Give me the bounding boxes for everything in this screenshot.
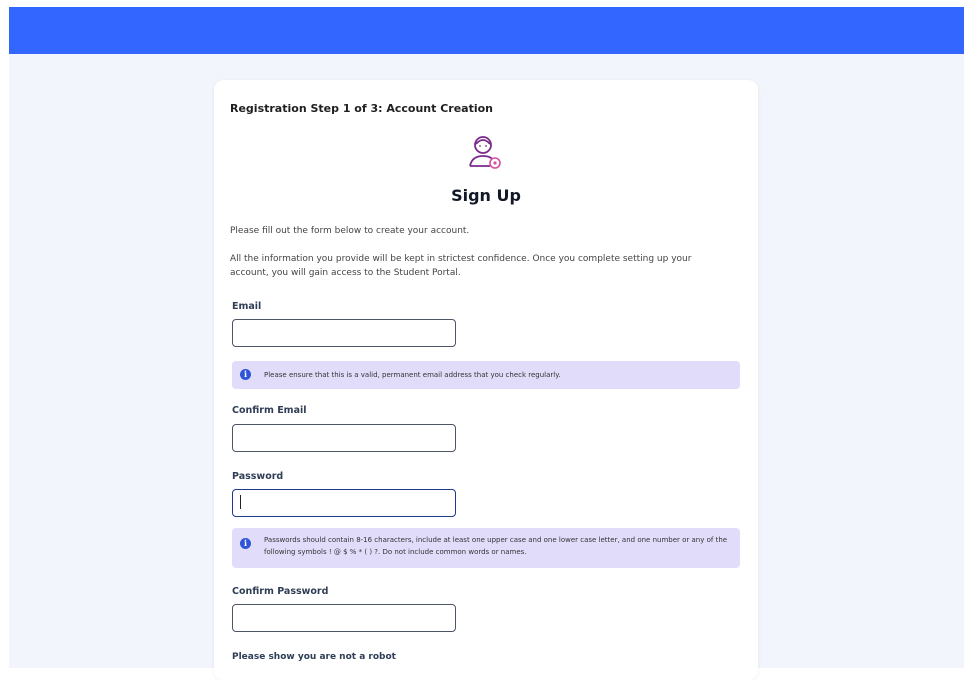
info-icon: i — [240, 369, 251, 380]
text-caret — [240, 495, 241, 509]
password-hint-box: i Passwords should contain 8-16 characte… — [232, 528, 740, 568]
intro-text: Please fill out the form below to create… — [230, 226, 470, 236]
confirm-email-field[interactable] — [232, 424, 456, 452]
privacy-text: All the information you provide will be … — [230, 254, 692, 278]
confirm-email-label: Confirm Email — [232, 405, 307, 416]
email-hint-text: Please ensure that this is a valid, perm… — [264, 371, 561, 379]
confirm-password-field[interactable] — [232, 604, 456, 632]
page-title: Sign Up — [451, 186, 521, 205]
confirm-password-label: Confirm Password — [232, 586, 329, 597]
password-hint-text: Passwords should contain 8-16 characters… — [264, 536, 728, 556]
email-hint-box: i Please ensure that this is a valid, pe… — [232, 361, 740, 389]
password-field[interactable] — [232, 489, 456, 517]
step-title: Registration Step 1 of 3: Account Creati… — [230, 102, 494, 115]
password-label: Password — [232, 471, 284, 482]
email-label: Email — [232, 301, 262, 312]
signup-card: Registration Step 1 of 3: Account Creati… — [214, 80, 758, 680]
user-avatar-icon — [466, 132, 504, 172]
top-header-bar — [9, 7, 964, 54]
captcha-label: Please show you are not a robot — [232, 652, 396, 662]
info-icon: i — [240, 538, 251, 549]
email-field[interactable] — [232, 319, 456, 347]
